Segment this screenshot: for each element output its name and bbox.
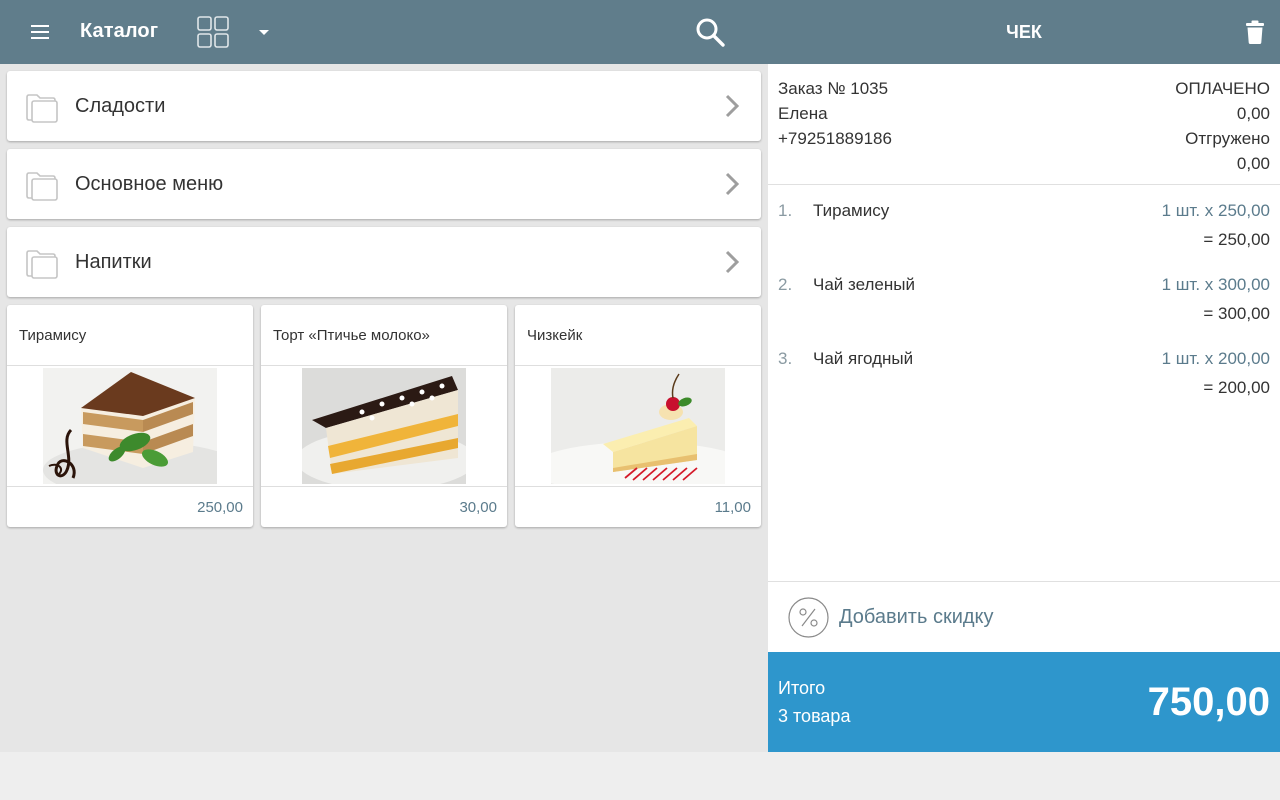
folder-item-main-menu[interactable]: Основное меню: [7, 149, 761, 219]
product-card-cheesecake[interactable]: Чизкейк 11,00: [515, 305, 761, 527]
catalog-title: Каталог: [80, 20, 159, 42]
divider: [515, 486, 761, 487]
divider: [768, 184, 1280, 185]
divider: [261, 365, 507, 366]
item-number: 2.: [778, 275, 793, 294]
divider: [7, 486, 253, 487]
chevron-right-icon: [725, 250, 740, 274]
customer-phone: +79251889186: [778, 129, 892, 148]
item-name[interactable]: Чай ягодный: [813, 349, 913, 369]
add-discount-label: Добавить скидку: [839, 606, 994, 628]
trash-icon[interactable]: [1242, 19, 1268, 45]
item-quantity[interactable]: 1 шт. x 250,00: [1162, 201, 1270, 221]
chevron-right-icon: [725, 94, 740, 118]
folder-icon: [26, 250, 58, 279]
percent-icon: [788, 597, 829, 638]
receipt-panel: Заказ № 1035 ОПЛАЧЕНО Елена 0,00 +792518…: [768, 64, 1280, 752]
catalog-panel: Сладости Основное меню Напитки Тирамису: [0, 64, 768, 752]
total-label: Итого: [778, 678, 826, 698]
tiramisu-photo: [43, 368, 217, 484]
divider: [261, 486, 507, 487]
top-app-bar: Каталог ЧЕК: [0, 0, 1280, 64]
grid-view-icon[interactable]: [196, 16, 230, 48]
payment-status: ОПЛАЧЕНО: [1175, 79, 1270, 98]
product-name: Чизкейк: [527, 327, 583, 344]
item-number: 3.: [778, 349, 793, 368]
product-name: Тирамису: [19, 327, 87, 344]
product-card-bird-milk-cake[interactable]: Торт «Птичье молоко» 30,00: [261, 305, 507, 527]
total-item-count: 3 товара: [778, 706, 851, 726]
item-quantity[interactable]: 1 шт. x 300,00: [1162, 275, 1270, 295]
shipped-amount: 0,00: [1236, 154, 1270, 173]
total-amount: 750,00: [1147, 680, 1270, 724]
menu-icon[interactable]: [22, 18, 58, 46]
search-icon[interactable]: [692, 14, 728, 50]
item-sum: = 200,00: [1203, 378, 1270, 397]
add-discount-button[interactable]: Добавить скидку: [768, 582, 1280, 652]
product-name: Торт «Птичье молоко»: [273, 327, 430, 344]
item-number: 1.: [778, 201, 793, 220]
product-price: 250,00: [197, 499, 243, 516]
dropdown-arrow-icon[interactable]: [254, 22, 274, 42]
folder-label: Основное меню: [75, 173, 224, 195]
folder-item-drinks[interactable]: Напитки: [7, 227, 761, 297]
folder-label: Напитки: [75, 251, 152, 273]
shipped-label: Отгружено: [1185, 129, 1270, 148]
customer-name: Елена: [778, 104, 828, 123]
folder-icon: [26, 94, 58, 123]
item-name[interactable]: Чай зеленый: [813, 275, 915, 295]
item-sum: = 250,00: [1203, 230, 1270, 249]
product-price: 30,00: [459, 499, 497, 516]
order-number: Заказ № 1035: [778, 79, 889, 98]
divider: [515, 365, 761, 366]
item-sum: = 300,00: [1203, 304, 1270, 323]
folder-icon: [26, 172, 58, 201]
folder-item-sweets[interactable]: Сладости: [7, 71, 761, 141]
chevron-right-icon: [725, 172, 740, 196]
cake-photo: [302, 368, 466, 484]
item-name[interactable]: Тирамису: [813, 201, 889, 221]
item-quantity[interactable]: 1 шт. x 200,00: [1162, 349, 1270, 369]
product-price: 11,00: [714, 499, 751, 516]
paid-amount: 0,00: [1236, 104, 1270, 123]
total-bar[interactable]: Итого 3 товара 750,00: [768, 652, 1280, 752]
receipt-title: ЧЕК: [1006, 22, 1042, 42]
divider: [7, 365, 253, 366]
folder-label: Сладости: [75, 95, 166, 117]
cheesecake-photo: [551, 368, 725, 484]
product-card-tiramisu[interactable]: Тирамису 250,00: [7, 305, 253, 527]
